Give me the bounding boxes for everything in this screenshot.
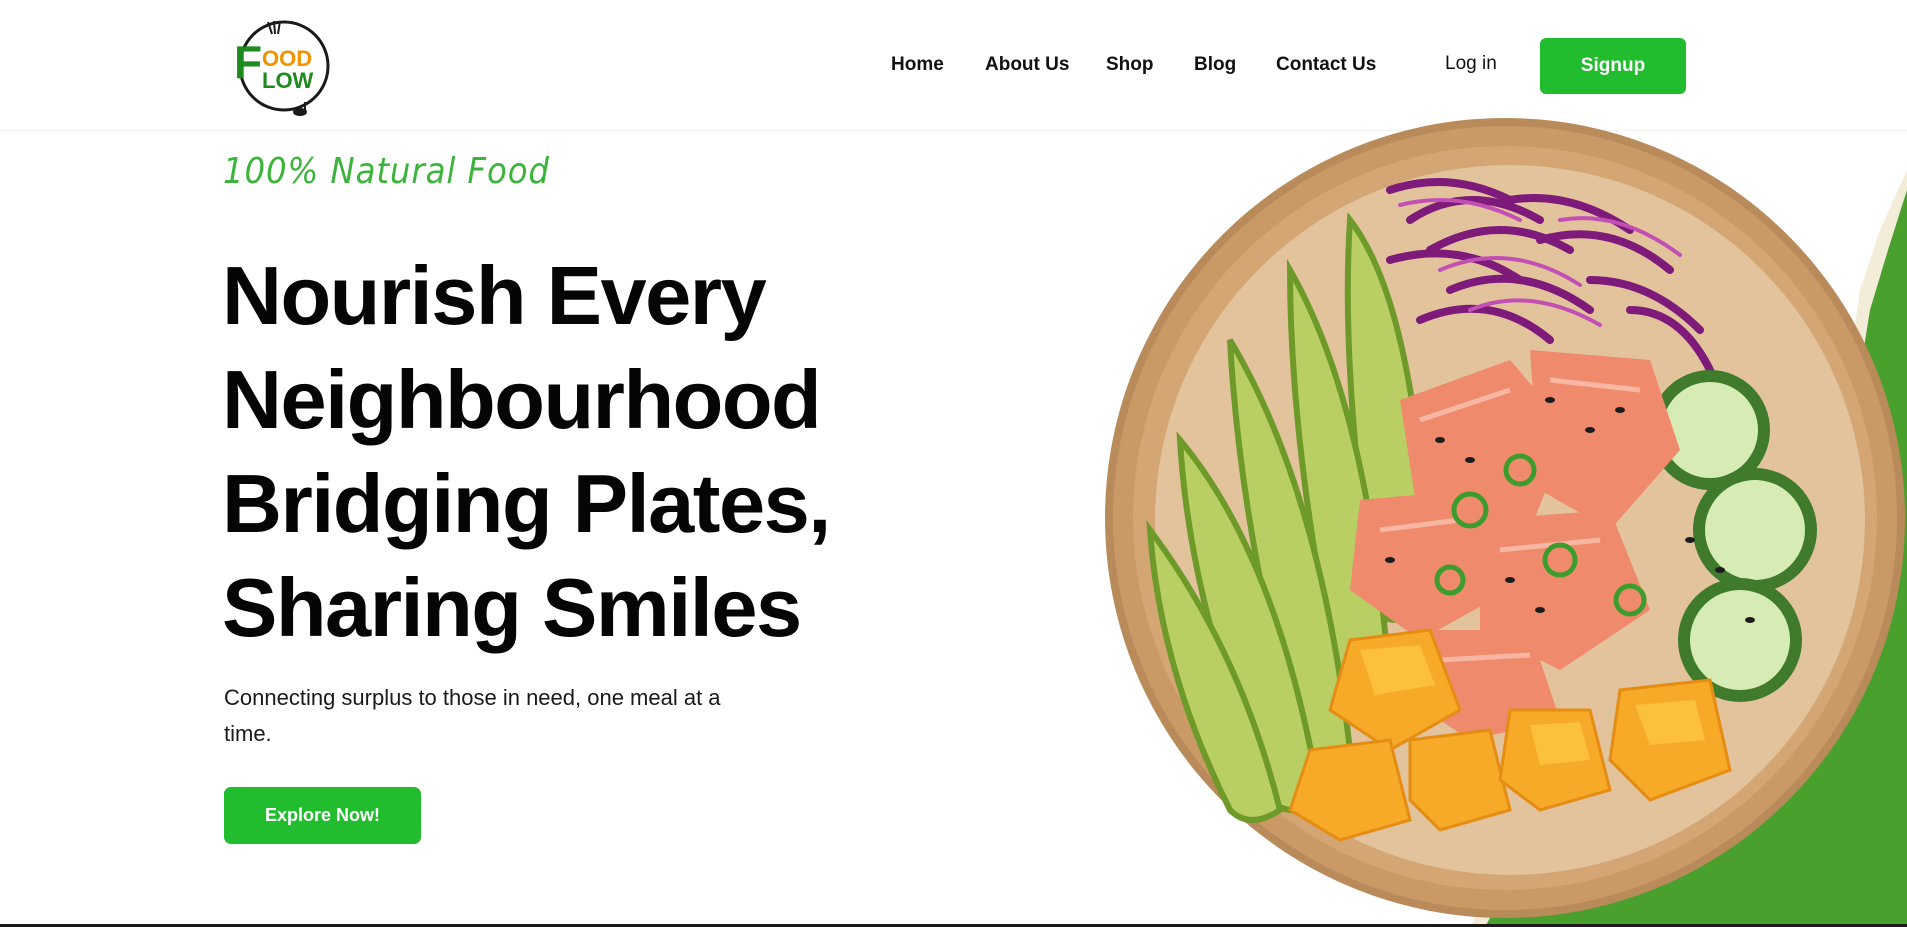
nav-shop[interactable]: Shop [1106, 54, 1154, 76]
nav-contact-us[interactable]: Contact Us [1276, 54, 1376, 76]
headline-line-1: Nourish Every [222, 249, 767, 342]
nav-home[interactable]: Home [891, 54, 944, 76]
login-link[interactable]: Log in [1445, 53, 1497, 75]
headline-line-4: Sharing Smiles [222, 561, 802, 654]
hero-subtitle: Connecting surplus to those in need, one… [224, 685, 721, 746]
headline-line-3: Bridging Plates, [222, 457, 831, 550]
poke-bowl-image [1090, 110, 1907, 927]
signup-button[interactable]: Signup [1540, 38, 1686, 94]
nav-blog[interactable]: Blog [1194, 54, 1236, 76]
hero-tagline: 100% Natural Food [223, 151, 550, 192]
explore-now-button[interactable]: Explore Now! [224, 787, 421, 844]
hero-headline: Nourish Every Neighbourhood Bridging Pla… [222, 244, 942, 660]
headline-line-2: Neighbourhood [222, 353, 822, 446]
nav-about-us[interactable]: About Us [985, 54, 1069, 76]
